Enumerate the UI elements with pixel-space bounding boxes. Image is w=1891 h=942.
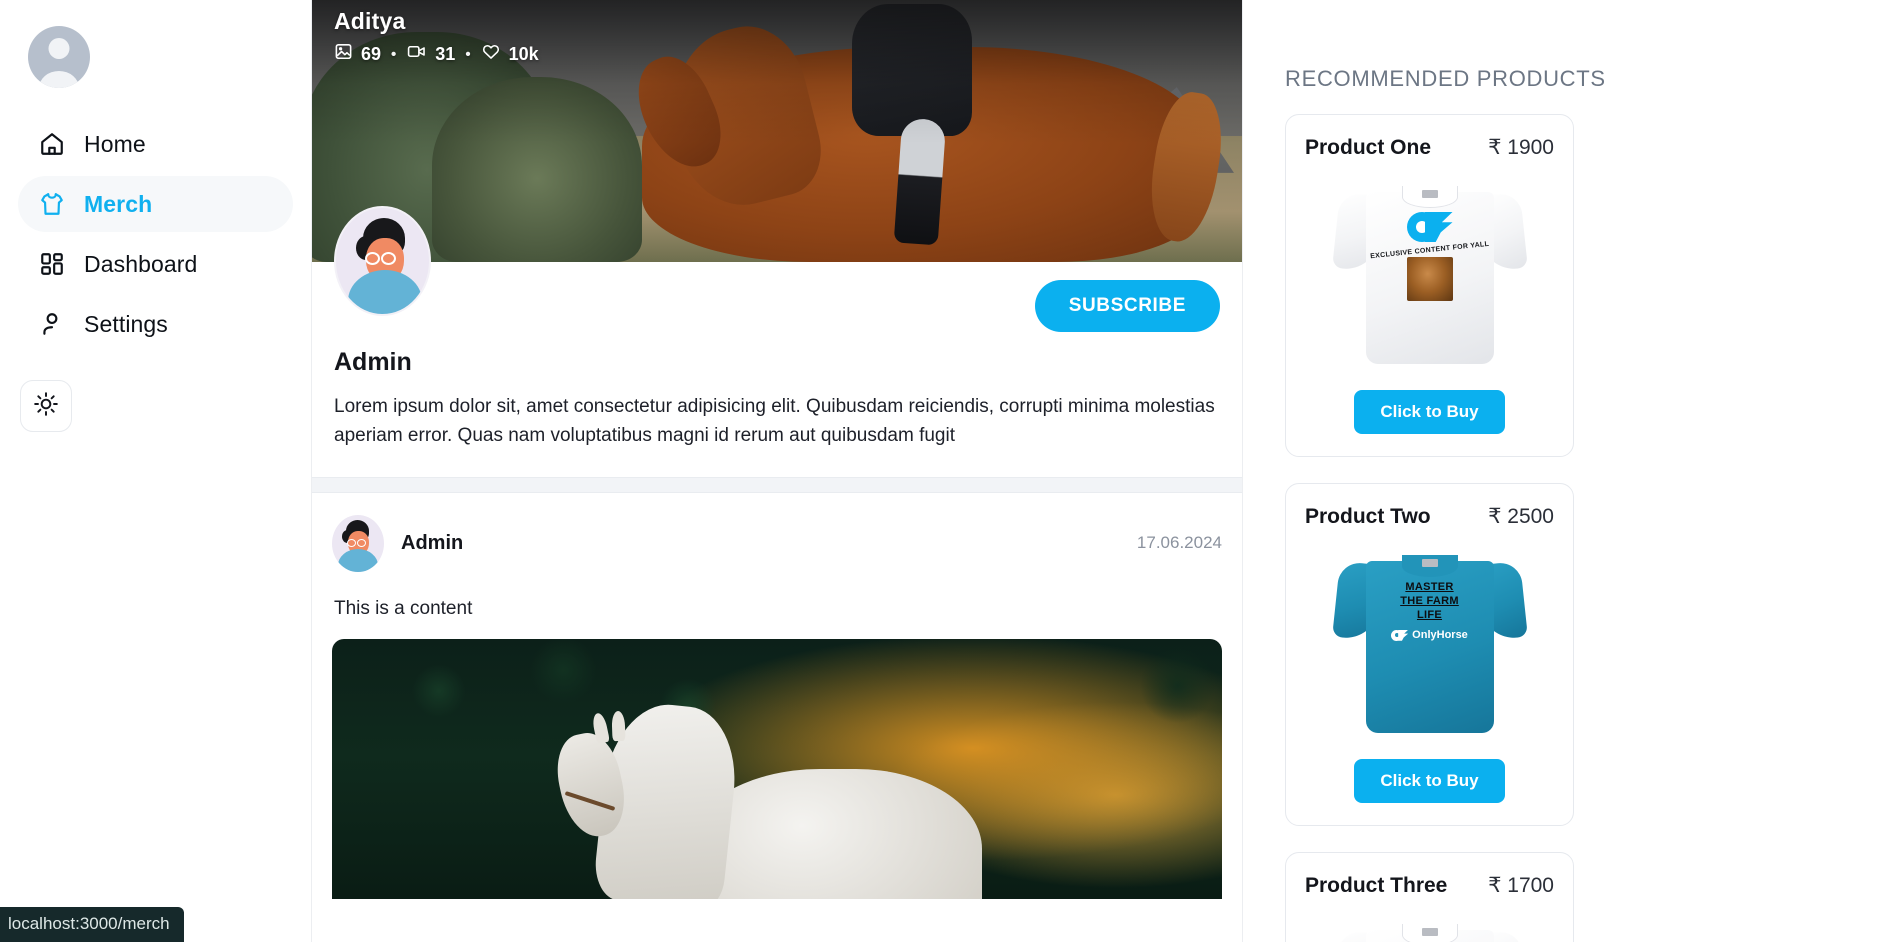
tshirt-brand-name: OnlyHorse	[1412, 629, 1468, 642]
product-image: EXCLUSIVE CONTENT FOR YALL	[1305, 174, 1554, 372]
recommended-products-panel: RECOMMENDED PRODUCTS Product One ₹ 1900	[1243, 0, 1891, 942]
product-name: Product One	[1305, 136, 1432, 159]
section-divider	[312, 476, 1242, 493]
grid-icon	[38, 250, 66, 278]
avatar-body	[338, 548, 378, 572]
cover-username: Aditya	[334, 8, 406, 34]
sidebar-nav: Home Merch Dashboard Settings	[18, 116, 293, 352]
product-price: ₹ 1700	[1488, 874, 1554, 897]
avatar-glasses-right	[381, 252, 396, 265]
product-header: Product Three ₹ 1700	[1305, 873, 1554, 898]
theme-toggle-button[interactable]	[20, 380, 72, 432]
avatar-body	[348, 270, 422, 314]
profile-card: SUBSCRIBE Admin Lorem ipsum dolor sit, a…	[312, 206, 1242, 477]
avatar[interactable]	[28, 26, 90, 88]
profile-avatar[interactable]	[334, 206, 431, 316]
product-price: ₹ 1900	[1488, 136, 1554, 159]
photo-count: 69	[334, 42, 381, 66]
product-image: MASTER THE FARM LIFE OnlyHorse	[1305, 543, 1554, 741]
video-count-value: 31	[435, 43, 456, 64]
sidebar-item-label: Settings	[84, 310, 168, 337]
video-count: 31	[406, 42, 455, 66]
onlyhorse-logo-icon	[1391, 629, 1409, 641]
like-count: 10k	[481, 42, 539, 66]
product-name: Product Three	[1305, 874, 1448, 897]
post-author-name: Admin	[401, 531, 464, 554]
avatar-glasses-left	[347, 538, 356, 547]
sidebar-item-merch[interactable]: Merch	[18, 176, 293, 232]
of-logo-icon	[1406, 212, 1453, 242]
recommended-title: RECOMMENDED PRODUCTS	[1285, 66, 1606, 91]
post-author-avatar[interactable]	[332, 514, 384, 572]
status-bar-url: localhost:3000/merch	[0, 907, 184, 942]
product-grid: Product One ₹ 1900 EXCLUSIVE CONTENT FOR…	[1285, 114, 1857, 942]
post-card: Admin 17.06.2024 This is a content	[312, 493, 1242, 899]
video-icon	[406, 42, 427, 66]
product-card[interactable]: Product Two ₹ 2500 MASTER THE FARM LIFE	[1285, 483, 1574, 826]
subscribe-row: SUBSCRIBE	[334, 262, 1220, 332]
tshirt-art-line-1: MASTER	[1405, 581, 1454, 593]
tshirt-art-line-3: LIFE	[1416, 608, 1443, 621]
feed-column: Aditya 69 • 31 • 10k SUBSCRIBE Admin Lor…	[311, 0, 1243, 942]
tshirt-tag	[1421, 190, 1438, 198]
product-card[interactable]: Product One ₹ 1900 EXCLUSIVE CONTENT FOR…	[1285, 114, 1574, 457]
product-header: Product Two ₹ 2500	[1305, 504, 1554, 529]
cover-meta: Aditya 69 • 31 • 10k	[334, 8, 539, 66]
post-image[interactable]	[332, 638, 1222, 899]
sidebar-item-label: Dashboard	[84, 250, 198, 277]
profile-bio: Lorem ipsum dolor sit, amet consectetur …	[334, 396, 1215, 446]
click-to-buy-button[interactable]: Click to Buy	[1354, 390, 1505, 434]
cover-stats: 69 • 31 • 10k	[334, 42, 539, 66]
image-icon	[334, 42, 353, 66]
tshirt-icon	[38, 190, 66, 218]
like-count-value: 10k	[508, 43, 539, 64]
tshirt-tag	[1421, 928, 1438, 936]
cover-photo: Aditya 69 • 31 • 10k	[312, 0, 1242, 262]
sun-icon	[33, 391, 59, 422]
stat-separator: •	[465, 45, 471, 63]
sidebar-item-dashboard[interactable]: Dashboard	[18, 236, 293, 292]
tshirt-tag	[1421, 559, 1438, 567]
sidebar-item-label: Home	[84, 130, 146, 157]
sidebar-item-label: Merch	[84, 190, 153, 217]
tshirt-graphic: EXCLUSIVE CONTENT FOR YALL	[1331, 178, 1528, 368]
product-image: imagine it was built for horses....	[1305, 912, 1554, 942]
product-name: Product Two	[1305, 505, 1431, 528]
sidebar: Home Merch Dashboard Settings	[0, 0, 311, 942]
tshirt-graphic: MASTER THE FARM LIFE OnlyHorse	[1331, 547, 1528, 737]
stat-separator: •	[391, 45, 397, 63]
tshirt-art-line-2: THE FARM	[1400, 594, 1459, 607]
app-root: Home Merch Dashboard Settings Aditya 69 …	[0, 0, 1891, 942]
photo-count-value: 69	[361, 43, 382, 64]
tshirt-brand-lockup: OnlyHorse	[1391, 629, 1468, 641]
post-header: Admin 17.06.2024	[332, 514, 1222, 572]
product-card[interactable]: Product Three ₹ 1700 imagine it was buil…	[1285, 852, 1574, 942]
subscribe-button[interactable]: SUBSCRIBE	[1034, 280, 1220, 332]
home-icon	[38, 130, 66, 158]
post-content: This is a content	[334, 597, 473, 619]
person-icon	[38, 310, 66, 338]
heart-icon	[481, 42, 501, 66]
tshirt-horse-photo	[1406, 257, 1453, 301]
tshirt-artwork: EXCLUSIVE CONTENT FOR YALL	[1340, 212, 1520, 301]
sidebar-item-settings[interactable]: Settings	[18, 296, 293, 352]
sidebar-item-home[interactable]: Home	[18, 116, 293, 172]
tshirt-artwork: MASTER THE FARM LIFE OnlyHorse	[1340, 581, 1520, 641]
product-header: Product One ₹ 1900	[1305, 135, 1554, 160]
avatar-glasses-right	[357, 538, 366, 547]
tshirt-graphic: imagine it was built for horses....	[1331, 916, 1528, 942]
click-to-buy-button[interactable]: Click to Buy	[1354, 759, 1505, 803]
avatar-glasses-left	[365, 252, 380, 265]
post-date: 17.06.2024	[1136, 533, 1222, 553]
product-price: ₹ 2500	[1488, 505, 1554, 528]
profile-name: Admin	[334, 348, 412, 376]
